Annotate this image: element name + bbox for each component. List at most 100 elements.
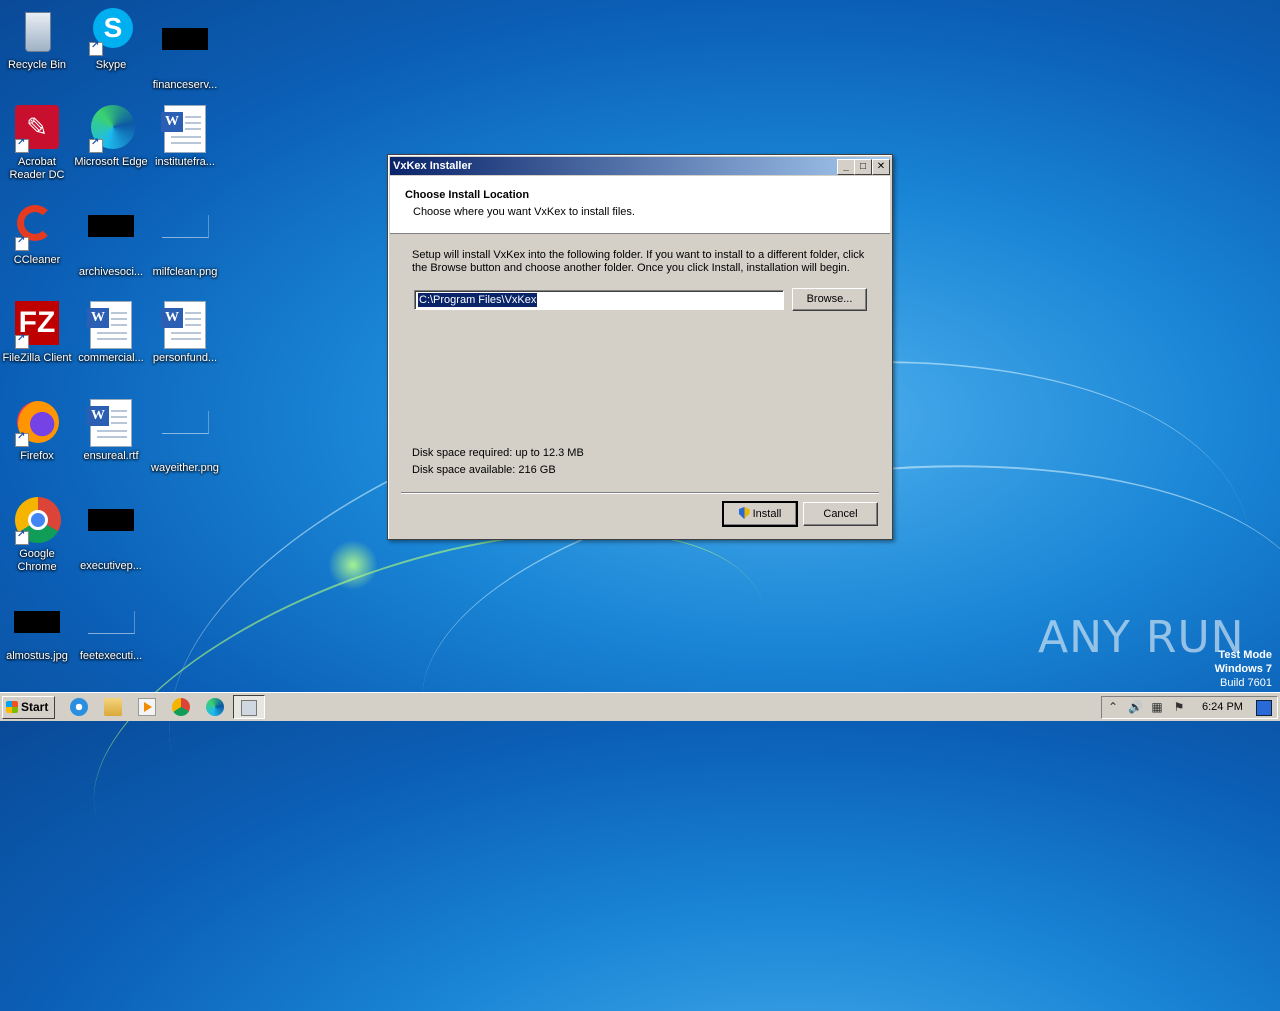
desktop-icon-wayeither[interactable]: wayeither.png <box>148 399 222 475</box>
desktop-icon-ensureal[interactable]: W ensureal.rtf <box>74 399 148 463</box>
volume-icon[interactable]: 🔊 <box>1128 700 1143 714</box>
desktop-icon-label: milfclean.png <box>152 266 218 278</box>
desktop-icon-label: archivesoci... <box>78 266 144 278</box>
word-document-icon: W <box>87 301 135 349</box>
desktop-icon-personfund[interactable]: W personfund... <box>148 301 222 365</box>
desktop-icon-label: personfund... <box>152 352 218 364</box>
wallpaper-glow <box>328 540 378 590</box>
image-thumbnail-icon <box>13 611 61 647</box>
desktop-icon-label: FileZilla Client <box>2 352 72 364</box>
desktop-icon-label: institutefra... <box>155 156 215 168</box>
show-hidden-icons-icon[interactable]: ⌃ <box>1106 700 1120 714</box>
firefox-icon <box>13 399 61 447</box>
browse-button-label: Browse... <box>806 293 853 305</box>
install-button-label: Install <box>752 508 782 520</box>
page-subtitle: Choose where you want VxKex to install f… <box>413 206 635 218</box>
desktop-icon-label: Acrobat Reader DC <box>9 156 65 181</box>
desktop-icon-label: executivep... <box>80 560 142 572</box>
internet-explorer-icon[interactable] <box>70 698 88 716</box>
clock[interactable]: 6:24 PM <box>1202 701 1243 713</box>
image-thumbnail-icon <box>161 215 209 263</box>
desktop-icon-milfclean[interactable]: milfclean.png <box>148 203 222 279</box>
desktop-icon-edge[interactable]: Microsoft Edge <box>74 105 148 169</box>
show-desktop-icon[interactable] <box>1256 700 1272 716</box>
file-explorer-icon[interactable] <box>104 698 122 716</box>
windows-logo-icon <box>6 701 18 713</box>
install-path-input[interactable]: C:\Program Files\VxKex <box>414 290 784 310</box>
installer-window: VxKex Installer _ □ ✕ Choose Install Loc… <box>387 154 893 540</box>
installer-taskbar-button[interactable] <box>233 695 265 719</box>
desktop-icon-filezilla[interactable]: FZ FileZilla Client <box>0 301 74 365</box>
filezilla-icon: FZ <box>13 301 61 349</box>
install-button[interactable]: Install <box>722 501 798 527</box>
desktop-icon-label: Recycle Bin <box>7 59 67 71</box>
recycle-bin-icon <box>13 8 61 56</box>
desktop-icon-label: Microsoft Edge <box>74 156 148 168</box>
edge-taskbar-icon[interactable] <box>206 698 224 716</box>
install-description: Setup will install VxKex into the follow… <box>412 249 865 274</box>
word-document-icon: W <box>161 301 209 349</box>
desktop-icon-commercial[interactable]: W commercial... <box>74 301 148 365</box>
word-document-icon: W <box>87 399 135 447</box>
desktop-icon-label: Google Chrome <box>17 548 57 573</box>
shortcut-arrow-icon <box>15 235 29 251</box>
system-tray: ⌃ 🔊 ▦ ⚑ 6:24 PM <box>1101 696 1278 719</box>
desktop-icon-label: wayeither.png <box>151 462 219 474</box>
installer-header: Choose Install Location Choose where you… <box>390 176 890 234</box>
page-title: Choose Install Location <box>405 189 530 201</box>
shortcut-arrow-icon <box>89 40 103 56</box>
anyrun-logo: ANY RUN <box>1038 612 1245 663</box>
desktop-icon-label: almostus.jpg <box>6 650 68 662</box>
window-titlebar[interactable]: VxKex Installer _ □ ✕ <box>390 157 890 175</box>
cancel-button[interactable]: Cancel <box>803 502 878 526</box>
desktop-icon-financeserv[interactable]: financeserv... <box>148 8 222 92</box>
acrobat-icon: ✎ <box>13 105 61 153</box>
divider <box>401 492 879 494</box>
action-center-flag-icon[interactable]: ⚑ <box>1172 700 1186 714</box>
desktop-icon-institutefra[interactable]: W institutefra... <box>148 105 222 169</box>
watermark-line: Test Mode <box>1218 649 1272 661</box>
start-button[interactable]: Start <box>2 696 55 719</box>
shortcut-arrow-icon <box>15 529 29 545</box>
desktop-icon-label: Skype <box>95 59 127 71</box>
shortcut-arrow-icon <box>89 137 103 153</box>
taskbar: Start ⌃ 🔊 ▦ ⚑ 6:24 PM <box>0 692 1280 721</box>
window-title: VxKex Installer <box>393 160 472 172</box>
watermark-line: Windows 7 <box>1214 663 1272 675</box>
edge-icon <box>87 105 135 153</box>
desktop-icon-recycle-bin[interactable]: Recycle Bin <box>0 8 74 72</box>
desktop-icon-firefox[interactable]: Firefox <box>0 399 74 463</box>
desktop-icon-archivesoci[interactable]: archivesoci... <box>74 203 148 279</box>
image-thumbnail-icon <box>87 509 135 557</box>
desktop-icon-acrobat[interactable]: ✎ Acrobat Reader DC <box>0 105 74 182</box>
image-thumbnail-icon <box>87 215 135 263</box>
desktop-icon-label: Firefox <box>20 450 54 462</box>
desktop-icon-skype[interactable]: S Skype <box>74 8 148 72</box>
minimize-icon[interactable]: _ <box>837 159 855 175</box>
browse-button[interactable]: Browse... <box>792 288 867 311</box>
desktop-icon-label: commercial... <box>78 352 144 364</box>
shortcut-arrow-icon <box>15 333 29 349</box>
desktop-icon-label: financeserv... <box>152 79 218 91</box>
disk-space-available: Disk space available: 216 GB <box>412 464 556 476</box>
desktop-icon-label: feetexecuti... <box>79 650 143 662</box>
desktop-icon-almostus[interactable]: almostus.jpg <box>0 605 74 663</box>
desktop-icon-feetexecuti[interactable]: feetexecuti... <box>74 605 148 663</box>
close-icon[interactable]: ✕ <box>872 159 890 175</box>
desktop-icon-ccleaner[interactable]: CCleaner <box>0 203 74 267</box>
start-button-label: Start <box>21 700 49 714</box>
chrome-icon <box>13 497 61 545</box>
desktop-icon-chrome[interactable]: Google Chrome <box>0 497 74 574</box>
disk-space-required: Disk space required: up to 12.3 MB <box>412 447 584 459</box>
media-player-icon[interactable] <box>138 698 156 716</box>
chrome-taskbar-icon[interactable] <box>172 698 190 716</box>
maximize-icon[interactable]: □ <box>854 159 872 175</box>
network-icon[interactable]: ▦ <box>1150 700 1164 714</box>
test-mode-watermark: Test Mode Windows 7 Build 7601 <box>1215 648 1272 690</box>
desktop-icon-label: CCleaner <box>13 254 61 266</box>
desktop-icon-executivep[interactable]: executivep... <box>74 497 148 573</box>
installer-app-icon <box>241 700 257 716</box>
skype-icon: S <box>87 8 135 56</box>
watermark-line: Build 7601 <box>1220 677 1272 689</box>
uac-shield-icon <box>738 507 750 519</box>
